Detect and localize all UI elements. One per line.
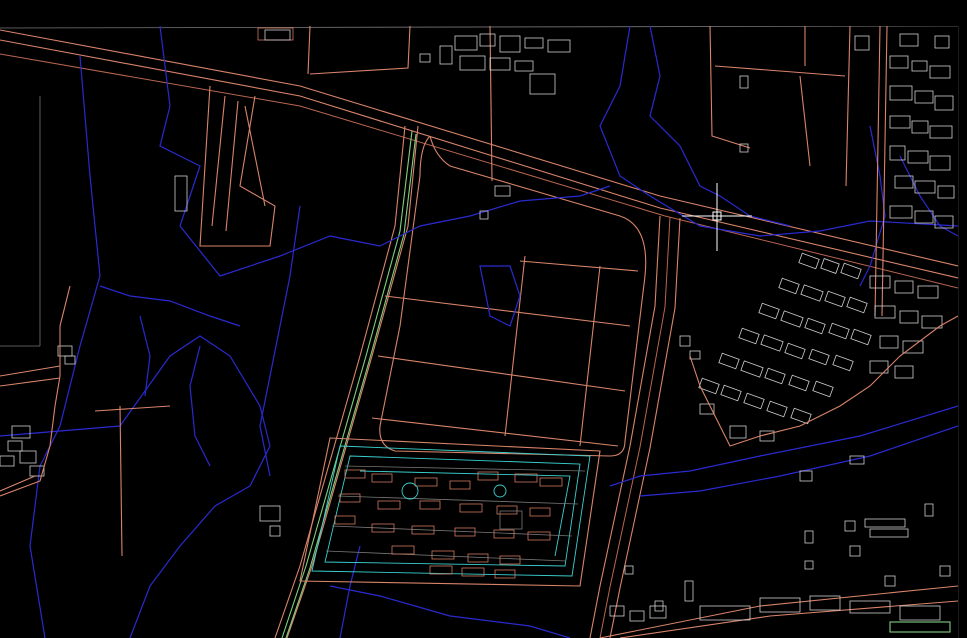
residential-project-plan — [299, 437, 601, 587]
central-ring-road — [379, 135, 647, 457]
cad-drawing-viewport[interactable] — [0, 26, 958, 638]
water-channels — [0, 26, 958, 638]
central-plot-grid — [371, 255, 639, 447]
drawing-frame-top — [0, 26, 958, 29]
site-plan-drawing — [0, 26, 958, 638]
main-highway — [0, 29, 958, 289]
west-buildings — [0, 285, 281, 557]
north-south-road-east — [589, 215, 681, 638]
northwest-compound — [174, 27, 294, 247]
southeast-village-buildings — [679, 252, 958, 447]
southeast-buildings — [599, 455, 958, 638]
title-bar — [0, 0, 967, 26]
crosshair-pickbox-icon — [682, 183, 752, 251]
north-south-road-west — [274, 125, 419, 638]
vertical-scrollbar[interactable] — [958, 26, 967, 638]
